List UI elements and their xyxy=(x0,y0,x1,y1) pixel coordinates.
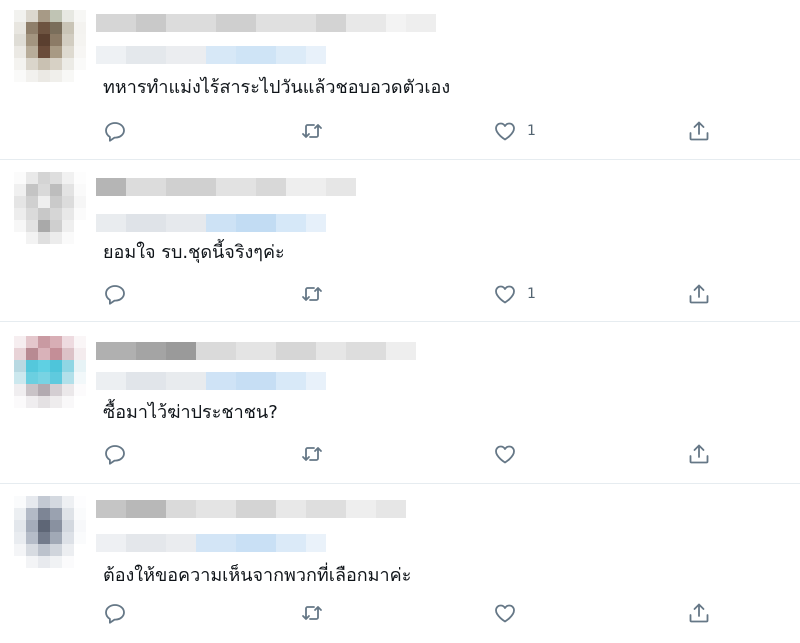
avatar[interactable] xyxy=(14,10,86,82)
avatar[interactable] xyxy=(14,172,86,244)
reply-button[interactable] xyxy=(103,439,127,469)
tweet-text: ต้องให้ขอความเห็นจากพวกที่เลือกมาค่ะ xyxy=(103,565,412,586)
reply-context-redacted xyxy=(96,534,326,552)
like-button[interactable] xyxy=(493,598,527,628)
tweet[interactable]: ต้องให้ขอความเห็นจากพวกที่เลือกมาค่ะ xyxy=(0,484,800,643)
tweet-text: ซื้อมาไว้ฆ่าประชาชน? xyxy=(103,402,278,423)
share-button[interactable] xyxy=(687,279,711,309)
tweet-actions xyxy=(0,598,800,628)
avatar[interactable] xyxy=(14,336,86,408)
reply-icon xyxy=(105,604,125,624)
reply-button[interactable] xyxy=(103,279,127,309)
reply-context-redacted xyxy=(96,214,326,232)
like-icon xyxy=(495,122,515,141)
retweet-button[interactable] xyxy=(300,598,324,628)
tweet[interactable]: ยอมใจ รบ.ชุดนี้จริงๆค่ะ 1 xyxy=(0,160,800,322)
share-icon xyxy=(689,603,709,623)
author-name-redacted[interactable] xyxy=(96,342,416,360)
avatar[interactable] xyxy=(14,496,86,568)
like-button[interactable]: 1 xyxy=(493,116,536,146)
like-icon xyxy=(495,604,515,623)
author-name-redacted[interactable] xyxy=(96,178,356,196)
retweet-button[interactable] xyxy=(300,116,324,146)
like-count: 1 xyxy=(527,123,536,139)
retweet-icon xyxy=(302,287,322,301)
like-button[interactable]: 1 xyxy=(493,279,536,309)
reply-icon xyxy=(105,285,125,305)
reply-icon xyxy=(105,122,125,142)
like-icon xyxy=(495,285,515,304)
share-icon xyxy=(689,284,709,304)
tweet-text: ทหารทำแม่งไร้สาระไปวันแล้วชอบอวดตัวเอง xyxy=(103,77,451,98)
tweet-text: ยอมใจ รบ.ชุดนี้จริงๆค่ะ xyxy=(103,242,285,263)
reply-feed: ทหารทำแม่งไร้สาระไปวันแล้วชอบอวดตัวเอง 1 xyxy=(0,0,800,643)
retweet-icon xyxy=(302,447,322,461)
reply-button[interactable] xyxy=(103,116,127,146)
tweet[interactable]: ทหารทำแม่งไร้สาระไปวันแล้วชอบอวดตัวเอง 1 xyxy=(0,0,800,160)
tweet-actions: 1 xyxy=(0,279,800,309)
share-button[interactable] xyxy=(687,598,711,628)
share-button[interactable] xyxy=(687,116,711,146)
reply-context-redacted xyxy=(96,46,326,64)
like-count: 1 xyxy=(527,286,536,302)
retweet-button[interactable] xyxy=(300,279,324,309)
like-icon xyxy=(495,445,515,464)
retweet-button[interactable] xyxy=(300,439,324,469)
reply-button[interactable] xyxy=(103,598,127,628)
tweet[interactable]: ซื้อมาไว้ฆ่าประชาชน? xyxy=(0,322,800,484)
like-button[interactable] xyxy=(493,439,527,469)
retweet-icon xyxy=(302,606,322,620)
retweet-icon xyxy=(302,124,322,138)
tweet-actions: 1 xyxy=(0,116,800,146)
share-icon xyxy=(689,444,709,464)
author-name-redacted[interactable] xyxy=(96,500,406,518)
reply-context-redacted xyxy=(96,372,326,390)
share-icon xyxy=(689,121,709,141)
author-name-redacted[interactable] xyxy=(96,14,436,32)
reply-icon xyxy=(105,445,125,465)
share-button[interactable] xyxy=(687,439,711,469)
tweet-actions xyxy=(0,439,800,469)
